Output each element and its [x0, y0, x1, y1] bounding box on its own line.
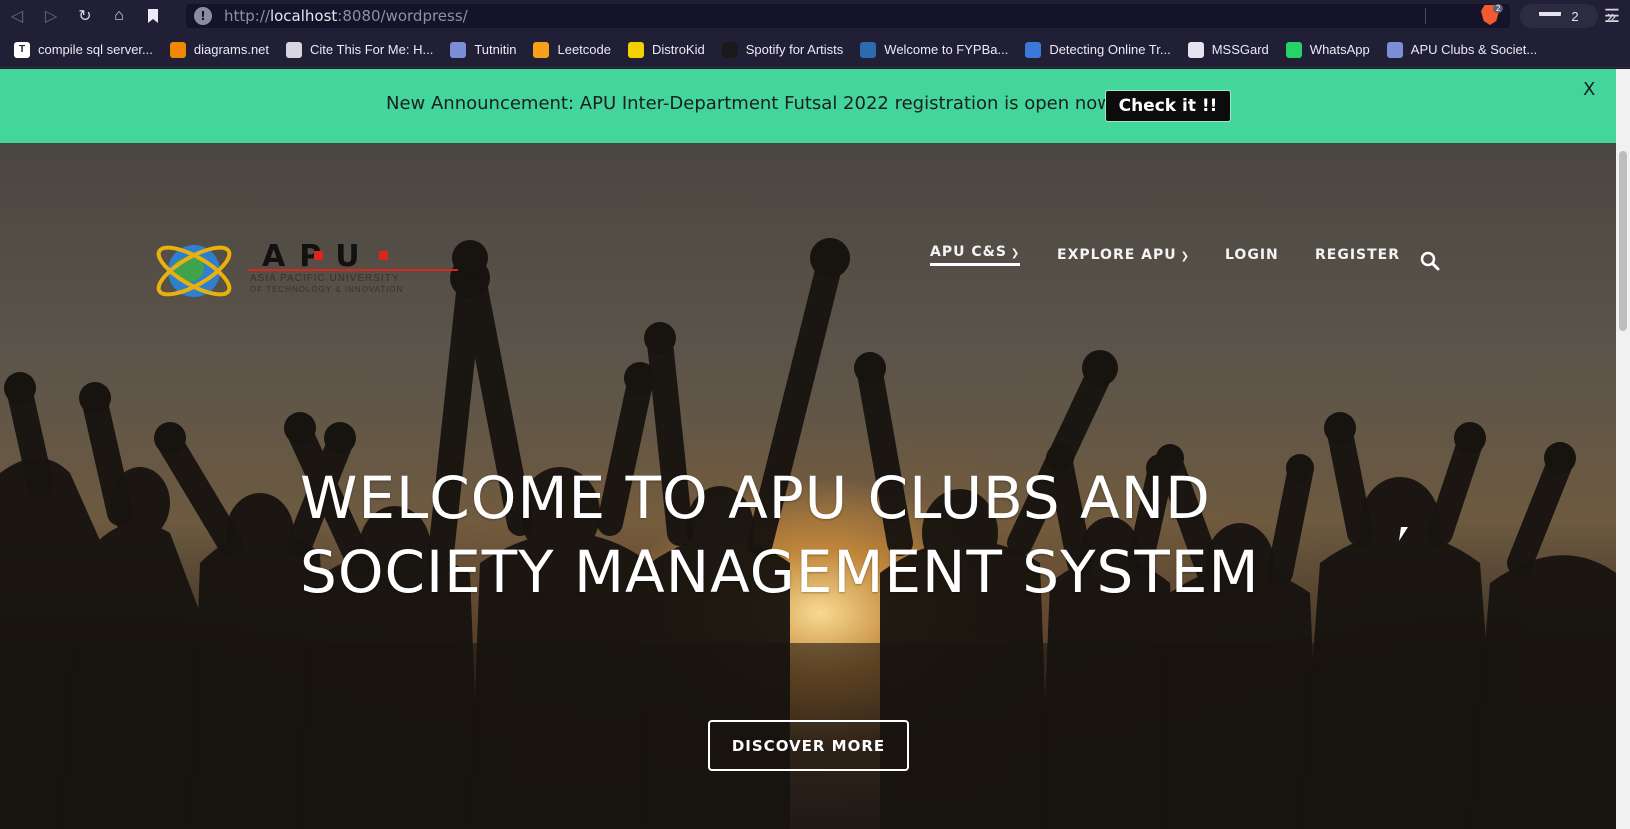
bookmark-label: APU Clubs & Societ...	[1410, 42, 1538, 57]
nav-register[interactable]: REGISTER	[1315, 247, 1400, 263]
nav-explore-apu[interactable]: EXPLORE APU ❯	[1057, 247, 1190, 263]
nav-apu-cs[interactable]: APU C&S ❯	[930, 244, 1021, 266]
private-window-indicator[interactable]: 2	[1520, 4, 1598, 28]
page-scrollbar[interactable]	[1616, 69, 1630, 829]
bookmark-favicon-icon	[860, 41, 877, 58]
chevron-down-icon: ❯	[1180, 251, 1191, 262]
reload-icon[interactable]: ↻	[68, 0, 102, 32]
url-path: :8080/wordpress/	[337, 7, 468, 25]
bookmark-favicon-icon	[1187, 41, 1204, 58]
bookmark-label: WhatsApp	[1309, 42, 1370, 57]
bookmark-favicon-icon	[450, 41, 467, 58]
back-icon[interactable]: ◁	[0, 0, 34, 32]
scrollbar-thumb[interactable]	[1619, 151, 1627, 331]
bookmark-item[interactable]: Leetcode	[533, 41, 611, 58]
bookmark-favicon-icon	[1386, 41, 1403, 58]
hero-title-line-2: SOCIETY MANAGEMENT SYSTEM	[300, 538, 1260, 606]
bookmark-label: Leetcode	[557, 42, 611, 57]
bookmark-label: Spotify for Artists	[745, 42, 844, 57]
url-separator	[1425, 8, 1426, 24]
bookmark-item[interactable]: DistroKid	[627, 41, 705, 58]
bookmark-label: diagrams.net	[193, 42, 270, 57]
bookmark-label: Welcome to FYPBa...	[884, 42, 1009, 57]
bookmark-item[interactable]: Cite This For Me: H...	[286, 41, 434, 58]
bookmark-item[interactable]: MSSGard	[1187, 41, 1269, 58]
logo-subtitle: ASIA PACIFIC UNIVERSITY	[250, 273, 400, 284]
page-viewport: New Announcement: APU Inter-Department F…	[0, 69, 1630, 829]
logo-subtitle-2: OF TECHNOLOGY & INNOVATION	[250, 285, 404, 294]
url-scheme: http://	[224, 7, 270, 25]
bookmark-label: Detecting Online Tr...	[1049, 42, 1171, 57]
logo-dot	[314, 251, 323, 260]
check-it-button[interactable]: Check it !!	[1105, 90, 1231, 122]
address-bar[interactable]: ! http://localhost:8080/wordpress/	[186, 4, 1510, 28]
bookmark-item[interactable]: Tcompile sql server...	[14, 41, 153, 58]
bookmark-label: MSSGard	[1211, 42, 1269, 57]
bookmark-favicon-icon	[627, 41, 644, 58]
bookmark-favicon-icon	[1285, 41, 1302, 58]
nav-apu-cs-label: APU C&S	[930, 244, 1007, 260]
apu-logo[interactable]: APU ASIA PACIFIC UNIVERSITY OF TECHNOLOG…	[152, 233, 462, 309]
hero-section: APU ASIA PACIFIC UNIVERSITY OF TECHNOLOG…	[0, 143, 1616, 829]
url-text[interactable]: http://localhost:8080/wordpress/	[224, 7, 468, 25]
browser-toolbar: ◁ ▷ ↻ ⌂ ! http://localhost:8080/wordpres…	[0, 0, 1630, 32]
bookmark-favicon-icon	[721, 41, 738, 58]
announcement-text: New Announcement: APU Inter-Department F…	[386, 93, 1127, 114]
bookmark-favicon-icon	[169, 41, 186, 58]
hero-title: WELCOME TO APU CLUBS AND SOCIETY MANAGEM…	[300, 461, 1340, 609]
bookmark-label: DistroKid	[651, 42, 705, 57]
bookmark-favicon-icon: T	[14, 41, 30, 58]
bookmark-item[interactable]: Detecting Online Tr...	[1025, 41, 1171, 58]
bookmark-label: Cite This For Me: H...	[310, 42, 434, 57]
url-host: localhost	[269, 7, 338, 25]
logo-dot	[379, 251, 388, 260]
bookmarks-overflow-icon[interactable]: »	[1607, 8, 1616, 26]
bookmark-label: Tutnitin	[474, 42, 517, 57]
search-icon[interactable]	[1420, 251, 1440, 271]
bookmark-icon[interactable]	[136, 0, 170, 32]
globe-logo-icon	[156, 245, 232, 297]
chevron-down-icon: ❯	[1010, 248, 1021, 259]
bookmark-label: compile sql server...	[38, 42, 153, 57]
bookmark-item[interactable]: Welcome to FYPBa...	[860, 41, 1009, 58]
bookmark-favicon-icon	[1025, 41, 1042, 58]
forward-icon[interactable]: ▷	[34, 0, 68, 32]
nav-login[interactable]: LOGIN	[1225, 247, 1279, 263]
announcement-bar: New Announcement: APU Inter-Department F…	[0, 69, 1616, 143]
bookmark-item[interactable]: APU Clubs & Societ...	[1386, 41, 1538, 58]
logo-rule	[248, 269, 458, 271]
glasses-icon	[1539, 12, 1562, 20]
bookmark-favicon-icon	[533, 41, 550, 58]
bookmark-item[interactable]: Tutnitin	[450, 41, 517, 58]
bookmark-favicon-icon	[286, 41, 303, 58]
site-info-icon[interactable]: !	[194, 7, 212, 25]
private-window-count: 2	[1571, 8, 1579, 24]
bookmark-item[interactable]: diagrams.net	[169, 41, 270, 58]
discover-more-button[interactable]: DISCOVER MORE	[708, 720, 909, 771]
bookmarks-bar: Tcompile sql server... diagrams.net Cite T…	[0, 32, 1630, 68]
close-announcement-icon[interactable]: X	[1583, 79, 1595, 100]
bookmark-item[interactable]: WhatsApp	[1285, 41, 1370, 58]
home-icon[interactable]: ⌂	[102, 0, 136, 32]
bookmark-item[interactable]: Spotify for Artists	[721, 41, 844, 58]
hero-title-line-1: WELCOME TO APU CLUBS AND	[300, 464, 1211, 532]
nav-explore-apu-label: EXPLORE APU	[1057, 247, 1177, 263]
